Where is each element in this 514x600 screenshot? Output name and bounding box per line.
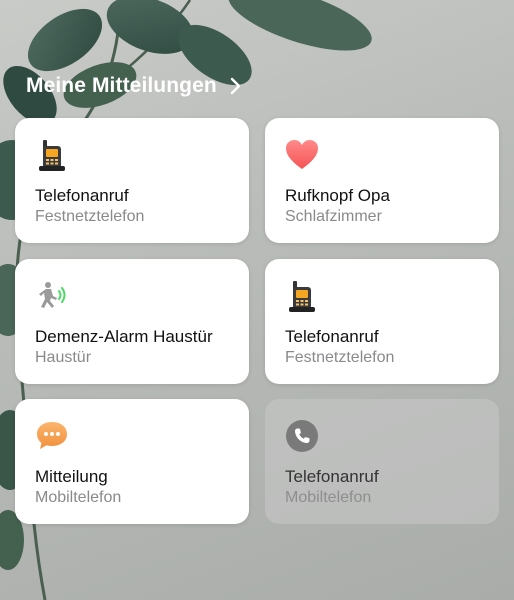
notification-card-dementia-alarm[interactable]: Demenz-Alarm Haustür Haustür: [15, 259, 249, 384]
card-subtitle: Haustür: [35, 349, 92, 366]
card-title: Telefonanruf: [285, 327, 379, 346]
card-subtitle: Mobiltelefon: [35, 489, 122, 506]
notification-card-call-button[interactable]: Rufknopf Opa Schlafzimmer: [265, 118, 499, 243]
chevron-right-icon: [230, 77, 241, 95]
running-person-alarm-icon: [39, 282, 66, 308]
notification-card-phone-call-mobile[interactable]: Telefonanruf Mobiltelefon: [265, 399, 499, 524]
heart-icon: [286, 140, 318, 169]
landline-phone-icon: [39, 140, 65, 171]
card-title: Demenz-Alarm Haustür: [35, 327, 213, 346]
notification-card-message[interactable]: Mitteilung Mobiltelefon: [15, 399, 249, 524]
phone-handset-icon: [286, 420, 318, 452]
card-title: Telefonanruf: [35, 186, 129, 205]
speech-bubble-icon: [37, 422, 67, 449]
card-subtitle: Festnetztelefon: [35, 208, 145, 225]
card-title: Telefonanruf: [285, 467, 379, 486]
card-title: Mitteilung: [35, 467, 108, 486]
notification-card-phone-call[interactable]: Telefonanruf Festnetztelefon: [265, 259, 499, 384]
card-subtitle: Festnetztelefon: [285, 349, 395, 366]
notification-card-phone-call[interactable]: Telefonanruf Festnetztelefon: [15, 118, 249, 243]
card-title: Rufknopf Opa: [285, 186, 390, 205]
card-subtitle: Mobiltelefon: [285, 489, 372, 506]
landline-phone-icon: [289, 281, 315, 312]
my-notifications-header[interactable]: Meine Mitteilungen: [26, 74, 245, 98]
card-subtitle: Schlafzimmer: [285, 208, 382, 225]
header-title: Meine Mitteilungen: [26, 74, 217, 97]
